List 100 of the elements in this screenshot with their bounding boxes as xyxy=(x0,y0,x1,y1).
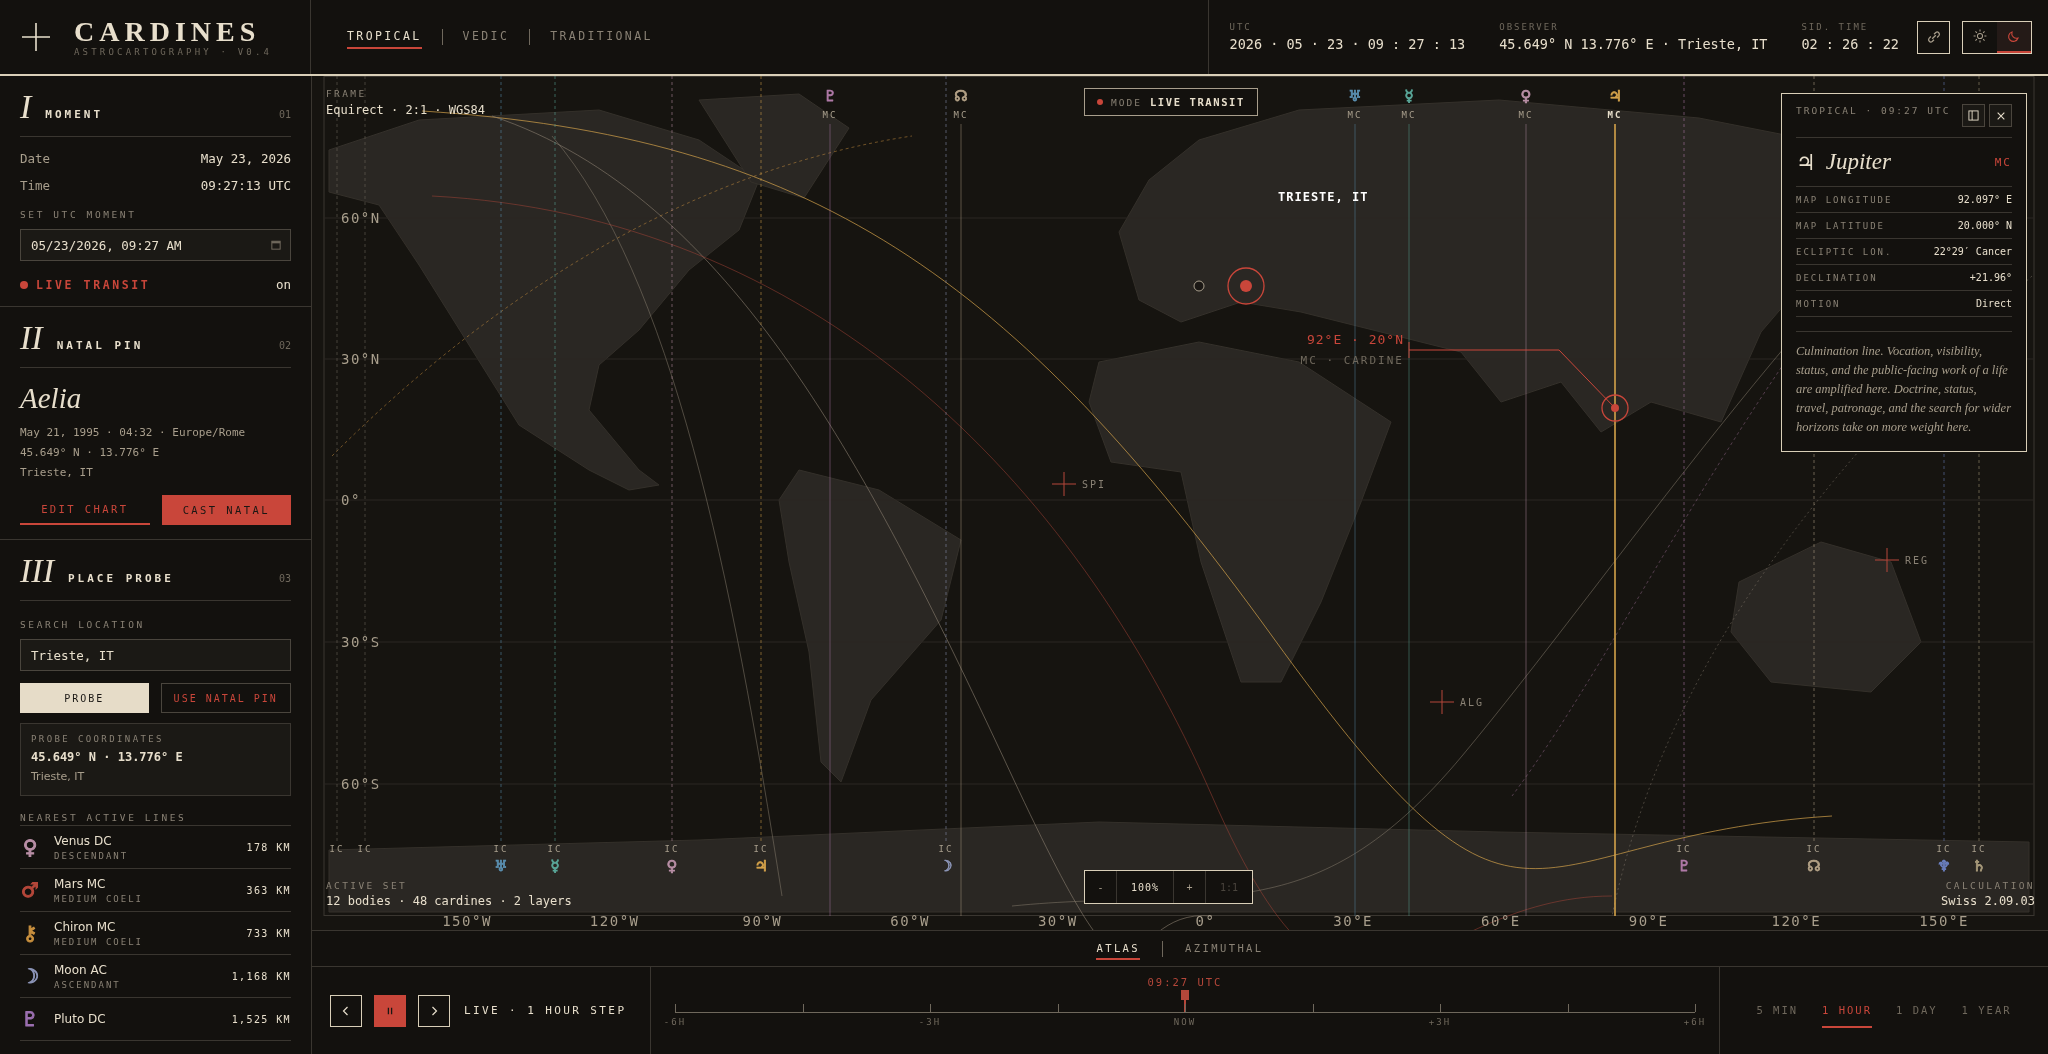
line-distance: 1,525 KM xyxy=(231,1013,291,1025)
star-cross-icon xyxy=(1874,547,1900,573)
readout-label: SID. TIME xyxy=(1801,22,1870,32)
location-marker xyxy=(1193,280,1205,292)
dock-button[interactable] xyxy=(1962,104,1985,127)
latitude-label: 60°N xyxy=(341,210,381,226)
section-title: MOMENT xyxy=(45,108,104,121)
play-pause-button[interactable] xyxy=(374,994,406,1027)
tick-label: -6H xyxy=(663,1017,687,1027)
playback-status: LIVE · 1 HOUR STEP xyxy=(464,1004,627,1017)
planet-symbol: ♇ xyxy=(823,87,837,105)
pin-coordinates: 92°E · 20°N xyxy=(1306,332,1404,347)
longitude-label: 30°W xyxy=(1037,913,1078,929)
star-cross-icon xyxy=(1051,471,1077,497)
planet-symbol: ☊ xyxy=(954,87,968,105)
readout-value: 45.649° N 13.776° E · Trieste, IT xyxy=(1499,36,1768,52)
planet-symbol: ☽ xyxy=(939,857,953,875)
property-value: 20.000° N xyxy=(1957,220,2012,231)
tick-label: NOW xyxy=(1173,1017,1197,1027)
line-angle: DESCENDANT xyxy=(54,850,129,861)
chevron-left-icon xyxy=(341,1005,351,1016)
property-value: 22°29′ Cancer xyxy=(1933,246,2012,257)
line-distance: 178 KM xyxy=(246,841,291,853)
probe-button[interactable]: PROBE xyxy=(20,683,149,713)
readout-label: UTC xyxy=(1229,22,1253,32)
planet-symbol: ☿ xyxy=(1404,87,1414,105)
planet-description: Culmination line. Vocation, visibility, status, and the public-facing work of a life are amplified here. Doctrine, status, travel, patronage, and the search for wider horizons take on more weight here. xyxy=(1796,331,2012,437)
planet-name: Jupiter xyxy=(1825,149,1891,175)
edit-chart-link[interactable]: EDIT CHART xyxy=(20,495,150,525)
star-label: REG xyxy=(1905,555,1930,566)
list-heading: NEAREST ACTIVE LINES xyxy=(20,812,188,823)
planet-symbol: ♇ xyxy=(20,1007,40,1031)
search-field[interactable]: Trieste, IT xyxy=(20,639,291,671)
step-option[interactable]: 1 YEAR xyxy=(1961,993,2012,1028)
readout-label: OBSERVER xyxy=(1499,22,1560,32)
line-label: IC xyxy=(1936,844,1952,854)
app-tagline: ASTROCARTOGRAPHY · V0.4 xyxy=(74,47,273,57)
property-label: DECLINATION xyxy=(1796,272,1878,283)
line-distance: 1,168 KM xyxy=(231,970,291,982)
line-name: Venus DC xyxy=(54,833,113,848)
section-numeral: III xyxy=(20,552,54,590)
step-option[interactable]: 1 HOUR xyxy=(1822,993,1872,1028)
line-angle: MEDIUM COELI xyxy=(54,936,144,947)
planet-symbol: ♀ xyxy=(21,835,39,859)
previous-button[interactable] xyxy=(330,994,362,1027)
zoom-in-button[interactable]: + xyxy=(1174,871,1206,903)
angle-label: MC xyxy=(1994,155,2012,169)
latitude-label: 60°S xyxy=(341,776,381,792)
close-button[interactable] xyxy=(1989,104,2012,127)
planet-symbol: ☊ xyxy=(1807,857,1821,875)
observer-label: TRIESTE, IT xyxy=(1278,190,1369,204)
tick-label: +6H xyxy=(1683,1017,1707,1027)
property-label: MAP LONGITUDE xyxy=(1796,194,1893,205)
time-scrubber-handle[interactable] xyxy=(1181,990,1189,1012)
zodiac-tab[interactable]: VEDIC xyxy=(462,25,510,49)
close-icon xyxy=(1995,110,2006,121)
active-set-value: 12 bodies · 48 cardines · 2 layers xyxy=(326,894,572,908)
natal-detail: Trieste, IT xyxy=(20,465,94,481)
field-label: Date xyxy=(20,151,51,166)
step-option[interactable]: 1 DAY xyxy=(1896,993,1938,1028)
frame-label: FRAME xyxy=(326,88,368,99)
longitude-label: 150°E xyxy=(1919,913,1969,929)
longitude-label: 120°E xyxy=(1771,913,1822,929)
property-value: Direct xyxy=(1975,298,2012,309)
panel-meta: TROPICAL · 09:27 UTC xyxy=(1796,104,1952,118)
star-label: SPI xyxy=(1082,479,1107,490)
step-option[interactable]: 5 MIN xyxy=(1756,993,1799,1028)
section-title: NATAL PIN xyxy=(56,339,144,352)
line-angle: MEDIUM COELI xyxy=(54,893,144,904)
section-index: 02 xyxy=(278,340,291,351)
latitude-label: 30°N xyxy=(341,351,381,367)
line-label: IC xyxy=(493,844,509,854)
next-button[interactable] xyxy=(418,994,450,1027)
longitude-label: 120°W xyxy=(589,913,640,929)
mode-label: MODE xyxy=(1111,96,1142,108)
zodiac-tab[interactable]: TROPICAL xyxy=(347,25,422,49)
use-natal-pin-button[interactable]: USE NATAL PIN xyxy=(160,683,291,713)
planet-symbol: ♃ xyxy=(754,857,768,875)
link-button[interactable] xyxy=(1917,20,1950,54)
datetime-field[interactable]: 05/23/2026, 09:27 AM xyxy=(20,229,291,261)
dark-theme-button[interactable] xyxy=(1997,21,2031,53)
chevron-right-icon xyxy=(429,1005,439,1016)
line-label: MC xyxy=(822,110,838,120)
view-tab[interactable]: AZIMUTHAL xyxy=(1185,937,1264,960)
longitude-label: 60°E xyxy=(1481,913,1521,929)
logo-cross-icon xyxy=(20,21,52,53)
readout-value: 2026 · 05 · 23 · 09 : 27 : 13 xyxy=(1229,36,1466,52)
active-set-label: ACTIVE SET xyxy=(326,880,409,891)
cast-natal-button[interactable]: CAST NATAL xyxy=(161,495,291,525)
section-index: 01 xyxy=(278,109,291,120)
view-tab[interactable]: ATLAS xyxy=(1096,937,1141,960)
tick-label: -3H xyxy=(918,1017,942,1027)
longitude-label: 90°E xyxy=(1628,913,1669,929)
zodiac-tab[interactable]: TRADITIONAL xyxy=(550,25,653,49)
planet-symbol: ♃ xyxy=(1608,87,1622,105)
zoom-out-button[interactable]: - xyxy=(1085,871,1117,903)
planet-symbol: ♂ xyxy=(20,878,40,902)
readout-value: 02 : 26 : 22 xyxy=(1801,36,1899,52)
line-distance: 733 KM xyxy=(246,927,291,939)
zoom-level: 100% xyxy=(1117,871,1174,903)
